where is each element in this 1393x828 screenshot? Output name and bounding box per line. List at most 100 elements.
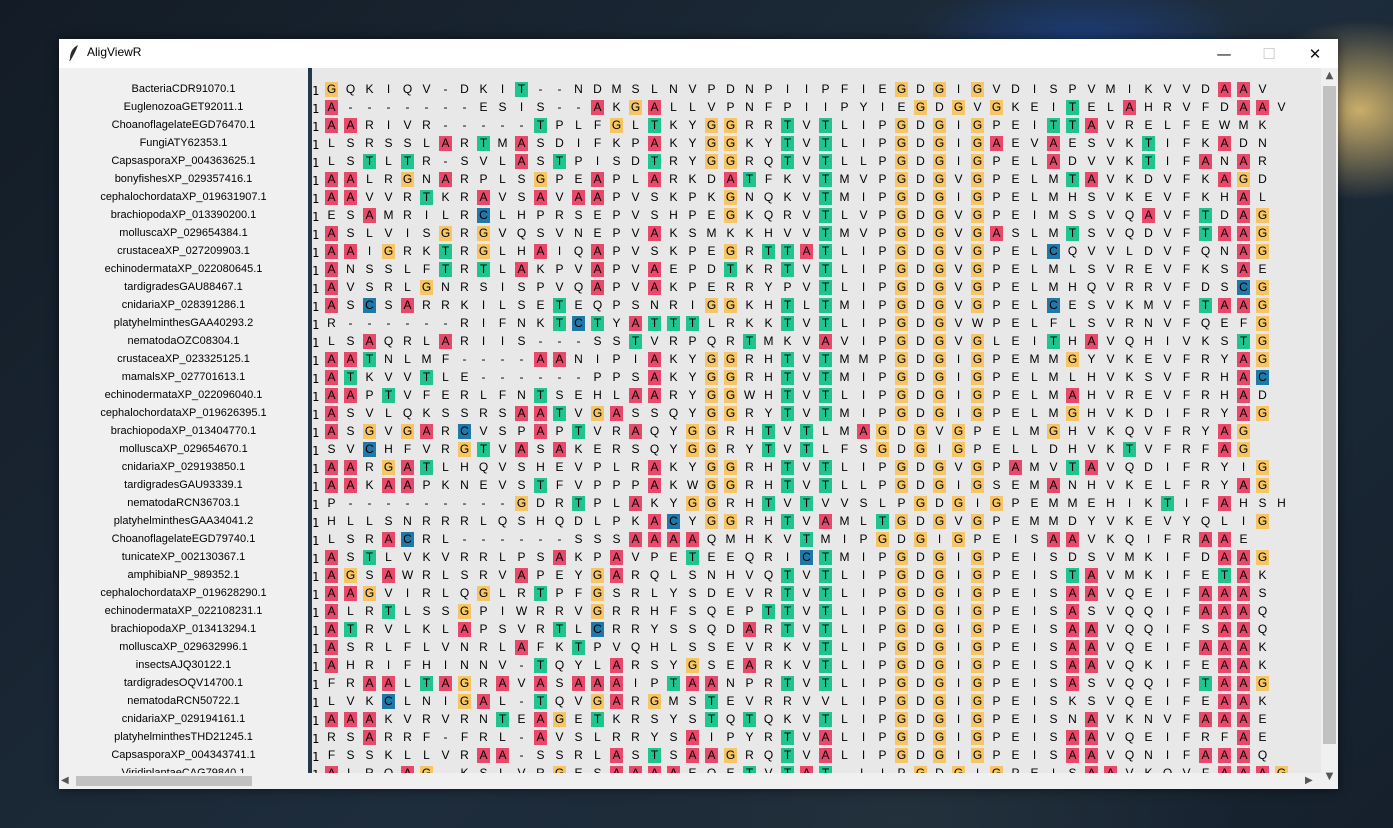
sequence-name[interactable]: insectsAJQ30122.1: [59, 656, 308, 674]
residue-cell: L: [1031, 316, 1038, 330]
sequence-name[interactable]: bonyfishesXP_029357416.1: [59, 170, 308, 188]
residue-cell: A: [1139, 206, 1158, 224]
residue-cell: V: [1144, 424, 1153, 438]
sequence-name[interactable]: nematodaRCN50722.1: [59, 692, 308, 710]
residue-cell: -: [348, 496, 353, 510]
residue-cell: F: [1201, 496, 1210, 510]
scroll-left-icon[interactable]: ◀: [61, 773, 75, 789]
residue-cell: -: [481, 532, 486, 546]
sequence-name[interactable]: brachiopodaXP_013413294.1: [59, 620, 308, 638]
horizontal-scroll-thumb[interactable]: [76, 776, 252, 786]
sequence-name[interactable]: cephalochordataXP_019626395.1: [59, 404, 308, 422]
residue-cell: -: [424, 496, 429, 510]
residue-cell: S: [346, 640, 355, 654]
residue-cell: I: [861, 82, 866, 96]
sequence-name[interactable]: brachiopodaXP_013404770.1: [59, 422, 308, 440]
sequence-name[interactable]: molluscaXP_029654384.1: [59, 224, 308, 242]
residue-cell: V: [631, 262, 640, 276]
residue-cell: I: [1032, 748, 1037, 762]
residue-cell: K: [555, 640, 564, 654]
sequence-name[interactable]: cephalochordataXP_019631907.1: [59, 188, 308, 206]
residue-cell: G: [1047, 424, 1060, 439]
sequence-name[interactable]: cnidariaXP_028391286.1: [59, 296, 308, 314]
residue-cell: S: [441, 406, 450, 420]
residue-cell: S: [536, 748, 545, 762]
sequence-name[interactable]: mamalsXP_027701613.1: [59, 368, 308, 386]
residue-cell: V: [745, 640, 754, 654]
residue-cell: I: [1127, 496, 1132, 510]
sequence-name[interactable]: cnidariaXP_029193850.1: [59, 458, 308, 476]
residue-cell: G: [1256, 208, 1269, 223]
sequence-name[interactable]: molluscaXP_029632996.1: [59, 638, 308, 656]
horizontal-scrollbar[interactable]: ◀ ▶: [59, 773, 1321, 789]
residue-cell: A: [341, 116, 360, 134]
sequence-name[interactable]: tardigradesGAU88467.1: [59, 278, 308, 296]
sequence-name[interactable]: ChoanoflagelateEGD76470.1: [59, 116, 308, 134]
residue-cell: E: [593, 226, 602, 240]
scroll-right-icon[interactable]: ▶: [1305, 773, 1319, 789]
residue-cell: G: [971, 226, 984, 241]
residue-cell: K: [1125, 712, 1134, 726]
close-button[interactable]: ✕: [1292, 39, 1338, 68]
sequence-name[interactable]: crustaceaXP_027209903.1: [59, 242, 308, 260]
residue-cell: Y: [574, 658, 583, 672]
sequence-name[interactable]: tunicateXP_002130367.1: [59, 548, 308, 566]
residue-cell: L: [841, 316, 848, 330]
sequence-name[interactable]: FungiATY62353.1: [59, 134, 308, 152]
residue-cell: H: [764, 478, 773, 492]
residue-cell: A: [531, 674, 550, 692]
sequence-name[interactable]: molluscaXP_029654670.1: [59, 440, 308, 458]
residue-string: AARIVR-----TPLFGLTKYGGRRTVTLIPGDGIGPEITT…: [322, 116, 1272, 135]
residue-cell: N: [574, 352, 583, 366]
sequence-name[interactable]: amphibiaNP_989352.1: [59, 566, 308, 584]
minimize-button[interactable]: —: [1201, 39, 1247, 68]
sequence-name[interactable]: EuglenozoaGET92011.1: [59, 98, 308, 116]
sequence-names-panel[interactable]: BacteriaCDR91070.1 EuglenozoaGET92011.1 Ch…: [59, 68, 308, 773]
maximize-button[interactable]: ☐: [1246, 39, 1292, 68]
sequence-name[interactable]: cephalochordataXP_019628290.1: [59, 584, 308, 602]
residue-cell: G: [686, 496, 699, 511]
sequence-name[interactable]: ChoanoflagelateEGD79740.1: [59, 530, 308, 548]
residue-cell: A: [322, 476, 341, 494]
sequence-name[interactable]: nematodaOZC08304.1: [59, 332, 308, 350]
alignment-panel[interactable]: 1GQKIQV-DKIT--NDMSLNVPDNPIIPFIEGDGIGVDIS…: [312, 68, 1321, 773]
residue-cell: S: [517, 460, 526, 474]
residue-cell: V: [441, 550, 450, 564]
sequence-name[interactable]: platyhelminthesGAA34041.2: [59, 512, 308, 530]
residue-cell: K: [574, 550, 583, 564]
sequence-name[interactable]: echinodermataXP_022080645.1: [59, 260, 308, 278]
sequence-name[interactable]: cnidariaXP_029194161.1: [59, 710, 308, 728]
residue-cell: P: [992, 712, 1001, 726]
sequence-name[interactable]: CapsasporaXP_004363625.1: [59, 152, 308, 170]
residue-cell: R: [422, 154, 431, 168]
sequence-name[interactable]: tardigradesOQV14700.1: [59, 674, 308, 692]
residue-cell: R: [1182, 532, 1191, 546]
sequence-name[interactable]: CapsasporaXP_004343741.1: [59, 746, 308, 764]
vertical-scroll-thumb[interactable]: [1323, 86, 1336, 744]
residue-cell: A: [1082, 620, 1101, 638]
sequence-name[interactable]: nematodaRCN36703.1: [59, 494, 308, 512]
residue-cell: M: [1048, 352, 1059, 366]
residue-cell: V: [631, 208, 640, 222]
sequence-name[interactable]: brachiopodaXP_013390200.1: [59, 206, 308, 224]
sequence-name[interactable]: platyhelminthesTHD21245.1: [59, 728, 308, 746]
scroll-down-icon[interactable]: ▼: [1321, 771, 1338, 787]
title-bar[interactable]: AligViewR — ☐ ✕: [59, 39, 1338, 68]
sequence-name[interactable]: crustaceaXP_023325125.1: [59, 350, 308, 368]
sequence-name[interactable]: echinodermataXP_022108231.1: [59, 602, 308, 620]
residue-cell: F: [764, 172, 773, 186]
residue-cell: P: [878, 136, 887, 150]
scroll-up-icon[interactable]: ▲: [1321, 70, 1338, 86]
residue-cell: K: [1201, 334, 1210, 348]
sequence-name[interactable]: BacteriaCDR91070.1: [59, 80, 308, 98]
sequence-name[interactable]: tardigradesGAU93339.1: [59, 476, 308, 494]
sequence-name[interactable]: echinodermataXP_022096040.1: [59, 386, 308, 404]
residue-cell: A: [360, 728, 379, 746]
sequence-name[interactable]: ViridiplantaeCAG79840.1: [59, 764, 308, 773]
residue-cell: F: [593, 136, 602, 150]
residue-cell: V: [783, 424, 792, 438]
residue-cell: S: [498, 406, 507, 420]
sequence-name[interactable]: platyhelminthesGAA40293.2: [59, 314, 308, 332]
vertical-scrollbar[interactable]: ▲ ▼: [1321, 68, 1338, 789]
residue-cell: F: [1182, 226, 1191, 240]
